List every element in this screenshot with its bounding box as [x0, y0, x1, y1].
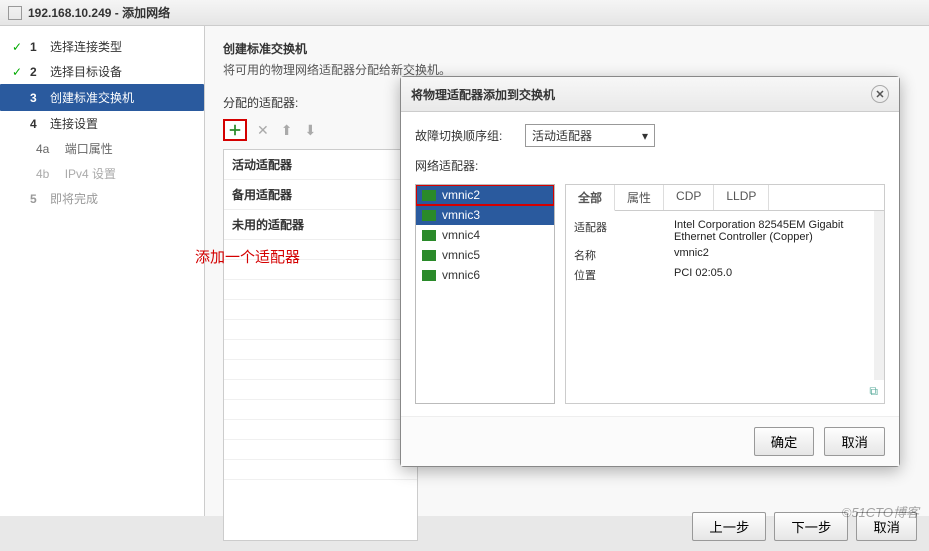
nic-label: 网络适配器: [415, 157, 515, 174]
tab-cdp[interactable]: CDP [664, 185, 714, 210]
step-ipv4[interactable]: 4b IPv4 设置 [0, 161, 204, 186]
prop-name: 名称 vmnic2 [574, 247, 866, 263]
prop-adapter: 适配器 Intel Corporation 82545EM Gigabit Et… [574, 219, 866, 243]
annotation-text: 添加一个适配器 [195, 246, 300, 267]
nic-icon [422, 270, 436, 281]
dialog-titlebar: 将物理适配器添加到交换机 ✕ [401, 77, 899, 112]
failover-select[interactable]: 活动适配器 ▾ [525, 124, 655, 147]
prev-button[interactable]: 上一步 [692, 512, 766, 541]
scrollbar[interactable] [874, 211, 884, 380]
cat-standby[interactable]: 备用适配器 [224, 180, 417, 210]
add-adapter-button[interactable] [223, 119, 247, 141]
dialog-footer: 确定 取消 [401, 416, 899, 466]
nic-item-vmnic6[interactable]: vmnic6 [416, 265, 554, 285]
failover-label: 故障切换顺序组: [415, 127, 515, 144]
cancel-button[interactable]: 取消 [824, 427, 885, 456]
cat-unused[interactable]: 未用的适配器 [224, 210, 417, 240]
nic-item-vmnic4[interactable]: vmnic4 [416, 225, 554, 245]
host-icon [8, 6, 22, 20]
tab-prop[interactable]: 属性 [615, 185, 664, 210]
copy-icon[interactable]: ⧉ [566, 380, 884, 403]
step-target-device[interactable]: ✓ 2 选择目标设备 [0, 59, 204, 84]
adapter-categories: 活动适配器 备用适配器 未用的适配器 [223, 149, 418, 541]
step-connection-type[interactable]: ✓ 1 选择连接类型 [0, 34, 204, 59]
nic-icon [422, 230, 436, 241]
step-ready[interactable]: 5 即将完成 [0, 186, 204, 211]
dialog-title: 将物理适配器添加到交换机 [411, 86, 555, 103]
close-icon[interactable]: ✕ [871, 85, 889, 103]
nic-icon [422, 210, 436, 221]
assigned-label: 分配的适配器: [223, 94, 298, 111]
prop-location: 位置 PCI 02:05.0 [574, 267, 866, 283]
arrow-down-icon[interactable]: ⬇ [302, 122, 318, 139]
detail-body: 适配器 Intel Corporation 82545EM Gigabit Et… [566, 211, 874, 380]
tab-all[interactable]: 全部 [566, 185, 615, 211]
watermark: ©51CTO博客 [842, 502, 919, 521]
next-button[interactable]: 下一步 [774, 512, 848, 541]
wizard-steps: ✓ 1 选择连接类型 ✓ 2 选择目标设备 3 创建标准交换机 4 连接设置 4… [0, 26, 205, 516]
plus-icon [228, 123, 242, 137]
nic-icon [422, 190, 436, 201]
step-create-switch[interactable]: 3 创建标准交换机 [0, 84, 204, 111]
step-port-props[interactable]: 4a 端口属性 [0, 136, 204, 161]
chevron-down-icon: ▾ [642, 129, 648, 143]
nic-list: vmnic2 vmnic3 vmnic4 vmnic5 vmnic6 [415, 184, 555, 404]
remove-icon[interactable]: ✕ [255, 122, 271, 139]
nic-icon [422, 250, 436, 261]
nic-item-vmnic2[interactable]: vmnic2 [416, 185, 554, 205]
content-heading: 创建标准交换机 [223, 40, 911, 57]
check-icon: ✓ [10, 40, 24, 54]
nic-item-vmnic5[interactable]: vmnic5 [416, 245, 554, 265]
detail-tabs: 全部 属性 CDP LLDP [566, 185, 884, 211]
cat-active[interactable]: 活动适配器 [224, 150, 417, 180]
check-icon: ✓ [10, 65, 24, 79]
step-connection-settings[interactable]: 4 连接设置 [0, 111, 204, 136]
arrow-up-icon[interactable]: ⬆ [279, 122, 295, 139]
nic-item-vmnic3[interactable]: vmnic3 [416, 205, 554, 225]
add-adapter-dialog: 将物理适配器添加到交换机 ✕ 故障切换顺序组: 活动适配器 ▾ 网络适配器: v… [400, 76, 900, 467]
nic-detail-pane: 全部 属性 CDP LLDP 适配器 Intel Corporation 825… [565, 184, 885, 404]
window-titlebar: 192.168.10.249 - 添加网络 [0, 0, 929, 26]
tab-lldp[interactable]: LLDP [714, 185, 769, 210]
ok-button[interactable]: 确定 [754, 427, 815, 456]
window-title: 192.168.10.249 - 添加网络 [28, 4, 170, 21]
empty-rows [224, 240, 417, 540]
